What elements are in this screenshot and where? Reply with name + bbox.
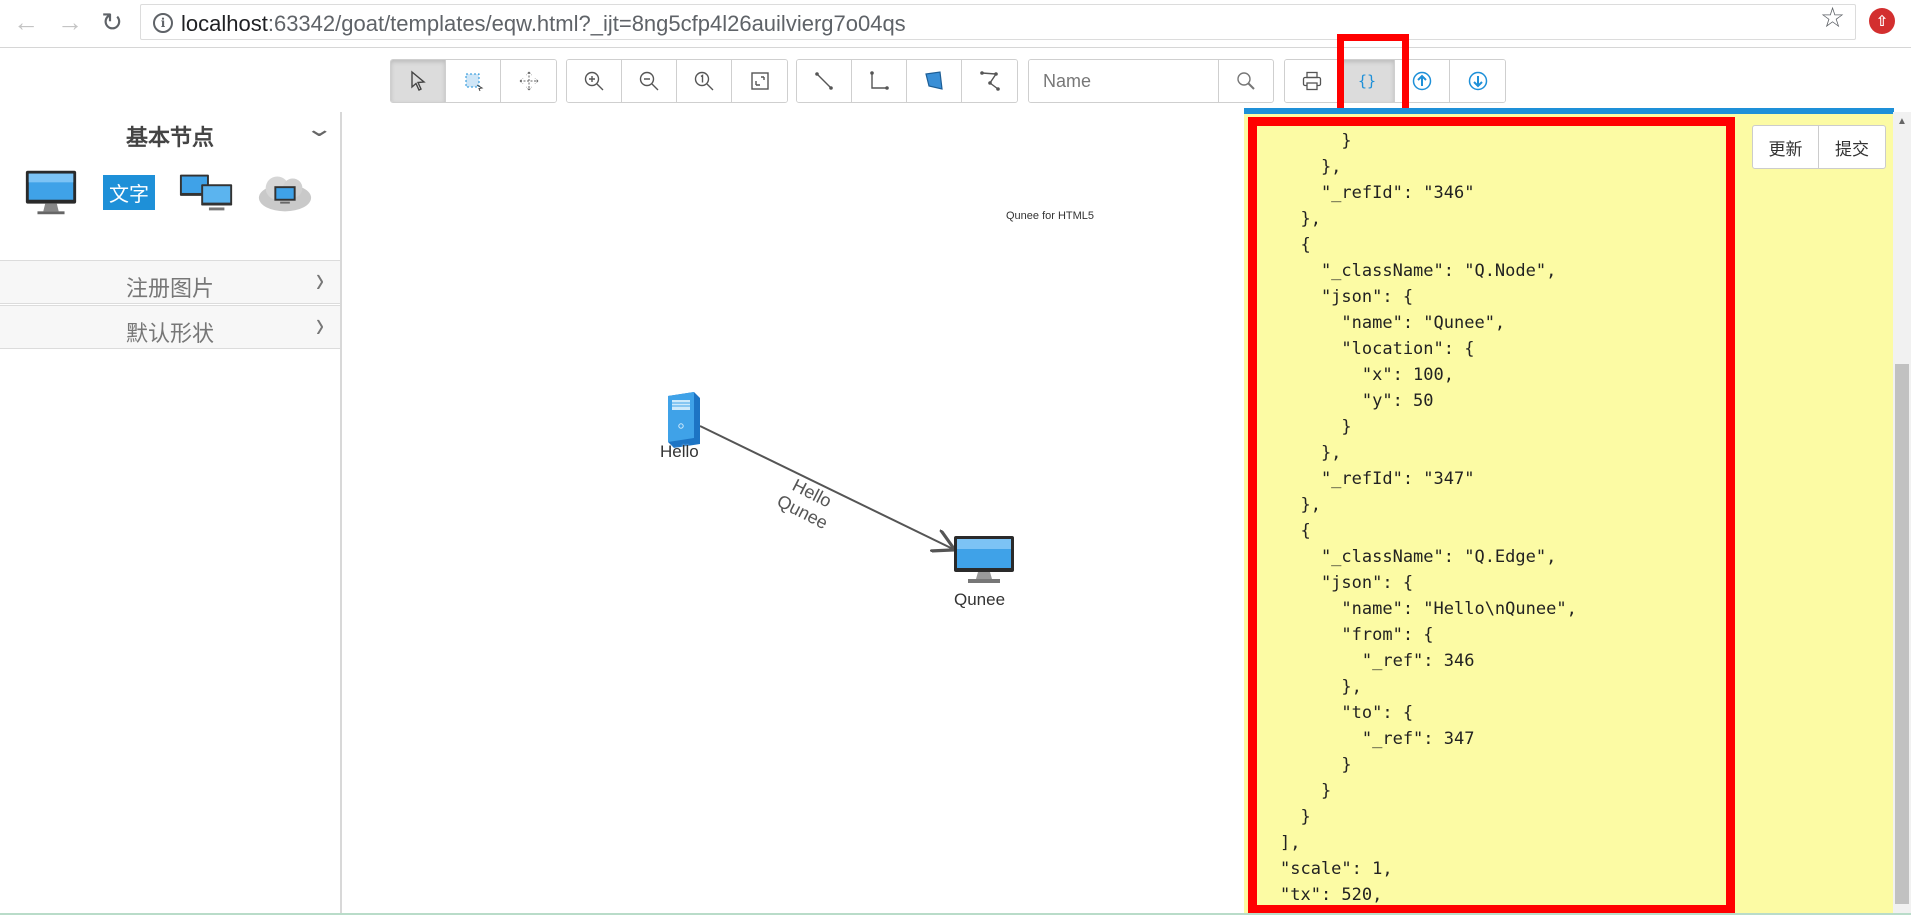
search-button[interactable]	[1219, 60, 1273, 102]
polyline-icon	[979, 71, 1000, 91]
select-icon	[411, 70, 426, 91]
print-icon	[1302, 71, 1322, 91]
section-label: 注册图片	[125, 276, 214, 301]
edge-tools-group	[796, 59, 1018, 103]
forward-arrow-icon[interactable]: →	[54, 6, 86, 38]
url-path: :63342/goat/templates/eqw.html?_ijt=8ng5…	[267, 11, 906, 36]
file-tools-group: {}	[1284, 59, 1506, 103]
move-icon	[519, 71, 538, 91]
edge-line-button[interactable]	[797, 60, 852, 102]
text-node-label: 文字	[103, 174, 155, 210]
server-node-icon[interactable]	[664, 390, 704, 448]
palette-exchanger[interactable]	[178, 166, 236, 218]
zoom-out-button[interactable]	[622, 60, 677, 102]
bottom-border	[0, 913, 1911, 924]
fit-button[interactable]	[732, 60, 787, 102]
rect-select-button[interactable]	[446, 60, 501, 102]
import-button[interactable]	[1450, 60, 1505, 102]
cloud-icon	[258, 176, 312, 212]
palette-cloud[interactable]	[256, 166, 314, 218]
palette-text[interactable]: 文字	[100, 166, 158, 218]
section-label: 默认形状	[125, 321, 214, 346]
scroll-up-icon[interactable]: ▲	[1897, 116, 1907, 127]
basic-nodes-header[interactable]: 基本节点 ⌄	[0, 112, 340, 150]
import-icon	[1468, 71, 1487, 91]
graph-canvas[interactable]: Qunee for HTML5 Hello Qunee Hello Qunee	[344, 112, 1244, 914]
monitor-node-icon[interactable]	[952, 534, 1018, 586]
sidebar-section-registered-images[interactable]: 注册图片 ›	[0, 260, 340, 304]
panel-button-group: 更新 提交	[1752, 125, 1886, 169]
edge-orthogonal-icon	[870, 71, 889, 90]
select-button[interactable]	[391, 60, 446, 102]
json-button[interactable]: {}	[1340, 60, 1395, 102]
info-icon[interactable]: i	[153, 13, 173, 33]
export-button[interactable]	[1395, 60, 1450, 102]
search-box	[1028, 59, 1274, 103]
export-icon	[1412, 71, 1432, 91]
url-text[interactable]: localhost:63342/goat/templates/eqw.html?…	[181, 11, 906, 37]
palette-monitor[interactable]	[22, 166, 80, 218]
zoom-out-icon	[639, 71, 659, 91]
zoom-reset-button[interactable]	[677, 60, 732, 102]
chevron-right-icon: ›	[316, 305, 324, 346]
url-host: localhost	[181, 11, 268, 36]
extension-icon[interactable]: ⇧	[1869, 8, 1895, 34]
sidebar-title: 基本节点	[125, 125, 214, 150]
zoom-reset-icon	[694, 71, 714, 91]
rect-select-icon	[465, 73, 484, 92]
print-button[interactable]	[1285, 60, 1340, 102]
polygon-icon	[925, 71, 943, 90]
fit-icon	[750, 72, 769, 90]
node-palette: 文字	[22, 162, 322, 222]
search-input[interactable]	[1029, 60, 1219, 102]
update-button[interactable]: 更新	[1753, 126, 1819, 168]
zoom-in-icon	[584, 71, 604, 91]
polygon-button[interactable]	[907, 60, 962, 102]
edge-hello-qunee[interactable]	[699, 425, 953, 549]
json-editor-panel: } }, "_refId": "346" }, { "_className": …	[1244, 108, 1911, 914]
panel-top-border	[1244, 108, 1894, 114]
app-toolbar: {}	[0, 48, 1911, 110]
sidebar: 基本节点 ⌄ 文字 注册图片 › 默认形状 ›	[0, 112, 342, 914]
json-scrollbar[interactable]: ▲	[1893, 112, 1911, 914]
zoom-group	[566, 59, 788, 103]
browser-toolbar: ← → ↻ i localhost:63342/goat/templates/e…	[0, 0, 1911, 48]
chevron-right-icon: ›	[316, 260, 324, 301]
svg-text:{}: {}	[1358, 72, 1376, 90]
back-arrow-icon[interactable]: ←	[10, 6, 42, 38]
sidebar-section-default-shapes[interactable]: 默认形状 ›	[0, 305, 340, 349]
address-bar[interactable]: i localhost:63342/goat/templates/eqw.htm…	[140, 4, 1856, 40]
json-icon: {}	[1358, 72, 1376, 90]
edge-line-icon	[815, 72, 833, 90]
chevron-down-icon[interactable]: ⌄	[304, 116, 334, 142]
search-icon	[1237, 72, 1255, 90]
exchanger-icon	[179, 174, 233, 211]
submit-button[interactable]: 提交	[1819, 126, 1885, 168]
node-label-hello: Hello	[660, 442, 699, 461]
edge-orthogonal-button[interactable]	[852, 60, 907, 102]
json-textarea[interactable]: } }, "_refId": "346" }, { "_className": …	[1280, 128, 1577, 908]
move-button[interactable]	[501, 60, 556, 102]
monitor-icon	[25, 170, 77, 215]
zoom-in-button[interactable]	[567, 60, 622, 102]
reload-icon[interactable]: ↻	[96, 6, 128, 38]
polyline-button[interactable]	[962, 60, 1017, 102]
scroll-thumb[interactable]	[1895, 364, 1909, 904]
interaction-mode-group	[390, 59, 557, 103]
bookmark-star-icon[interactable]: ☆	[1820, 1, 1845, 34]
node-label-qunee: Qunee	[954, 590, 1006, 609]
